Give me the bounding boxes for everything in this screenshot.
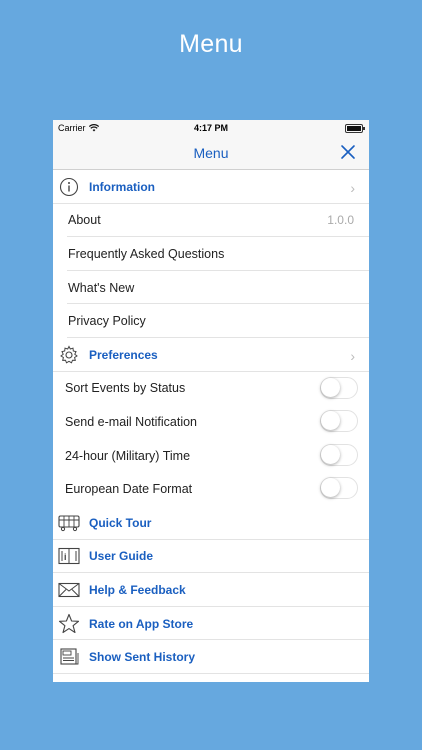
- toggle-knob: [321, 377, 340, 397]
- send-email-row: Send e-mail Notification: [53, 405, 369, 439]
- about-label: About: [68, 213, 101, 228]
- faq-label: Frequently Asked Questions: [68, 246, 225, 261]
- sort-events-label: Sort Events by Status: [65, 381, 186, 396]
- menu-list: Information › About 1.0.0 Frequently Ask…: [53, 170, 369, 682]
- chevron-right-icon: ›: [350, 347, 355, 364]
- rate-app-label: Rate on App Store: [89, 616, 194, 631]
- partial-row: [53, 674, 369, 682]
- toggle-knob: [321, 444, 340, 464]
- gear-icon: [58, 344, 80, 366]
- toggle-knob: [321, 411, 340, 431]
- send-email-label: Send e-mail Notification: [65, 414, 198, 429]
- quick-tour-label: Quick Tour: [89, 515, 152, 530]
- status-bar: Carrier 4:17 PM: [53, 120, 369, 137]
- star-icon: [58, 613, 80, 635]
- sort-events-row: Sort Events by Status: [53, 372, 369, 406]
- european-date-toggle[interactable]: [320, 477, 358, 500]
- svg-text:i: i: [64, 552, 67, 562]
- sort-events-toggle[interactable]: [320, 376, 358, 399]
- sent-history-row[interactable]: Show Sent History: [53, 640, 369, 674]
- history-icon: [58, 646, 80, 668]
- european-date-label: European Date Format: [65, 482, 193, 497]
- toggle-knob: [321, 478, 340, 498]
- user-guide-label: User Guide: [89, 549, 154, 564]
- user-guide-row[interactable]: i User Guide: [53, 540, 369, 574]
- bus-icon: [58, 512, 80, 534]
- privacy-policy-row[interactable]: Privacy Policy: [53, 304, 369, 338]
- nav-title: Menu: [193, 145, 229, 161]
- about-row[interactable]: About 1.0.0: [53, 204, 369, 238]
- whats-new-label: What's New: [68, 280, 135, 295]
- faq-row[interactable]: Frequently Asked Questions: [53, 237, 369, 271]
- preferences-label: Preferences: [89, 347, 158, 362]
- information-label: Information: [89, 179, 155, 194]
- close-icon[interactable]: [339, 143, 357, 161]
- whats-new-row[interactable]: What's New: [53, 271, 369, 305]
- information-row[interactable]: Information ›: [53, 170, 369, 204]
- promo-title: Menu: [179, 30, 243, 58]
- military-time-label: 24-hour (Military) Time: [65, 448, 191, 463]
- privacy-policy-label: Privacy Policy: [68, 314, 146, 329]
- help-feedback-label: Help & Feedback: [89, 582, 186, 597]
- european-date-row: European Date Format: [53, 472, 369, 506]
- military-time-toggle[interactable]: [320, 443, 358, 466]
- info-icon: [58, 176, 80, 198]
- battery-icon: [345, 124, 365, 133]
- military-time-row: 24-hour (Military) Time: [53, 439, 369, 473]
- chevron-right-icon: ›: [350, 180, 355, 196]
- partial-icon: [58, 680, 80, 682]
- preferences-row[interactable]: Preferences ›: [53, 338, 369, 372]
- phone-screen: Carrier 4:17 PM Menu Information › About…: [53, 120, 369, 682]
- book-icon: i: [58, 545, 80, 567]
- sent-history-label: Show Sent History: [89, 650, 196, 665]
- version-value: 1.0.0: [327, 213, 354, 228]
- status-time: 4:17 PM: [193, 123, 228, 133]
- help-feedback-row[interactable]: Help & Feedback: [53, 573, 369, 607]
- send-email-toggle[interactable]: [320, 410, 358, 433]
- quick-tour-row[interactable]: Quick Tour: [53, 506, 369, 540]
- navigation-bar: Menu: [53, 137, 369, 170]
- rate-app-row[interactable]: Rate on App Store: [53, 607, 369, 641]
- envelope-icon: [58, 579, 80, 601]
